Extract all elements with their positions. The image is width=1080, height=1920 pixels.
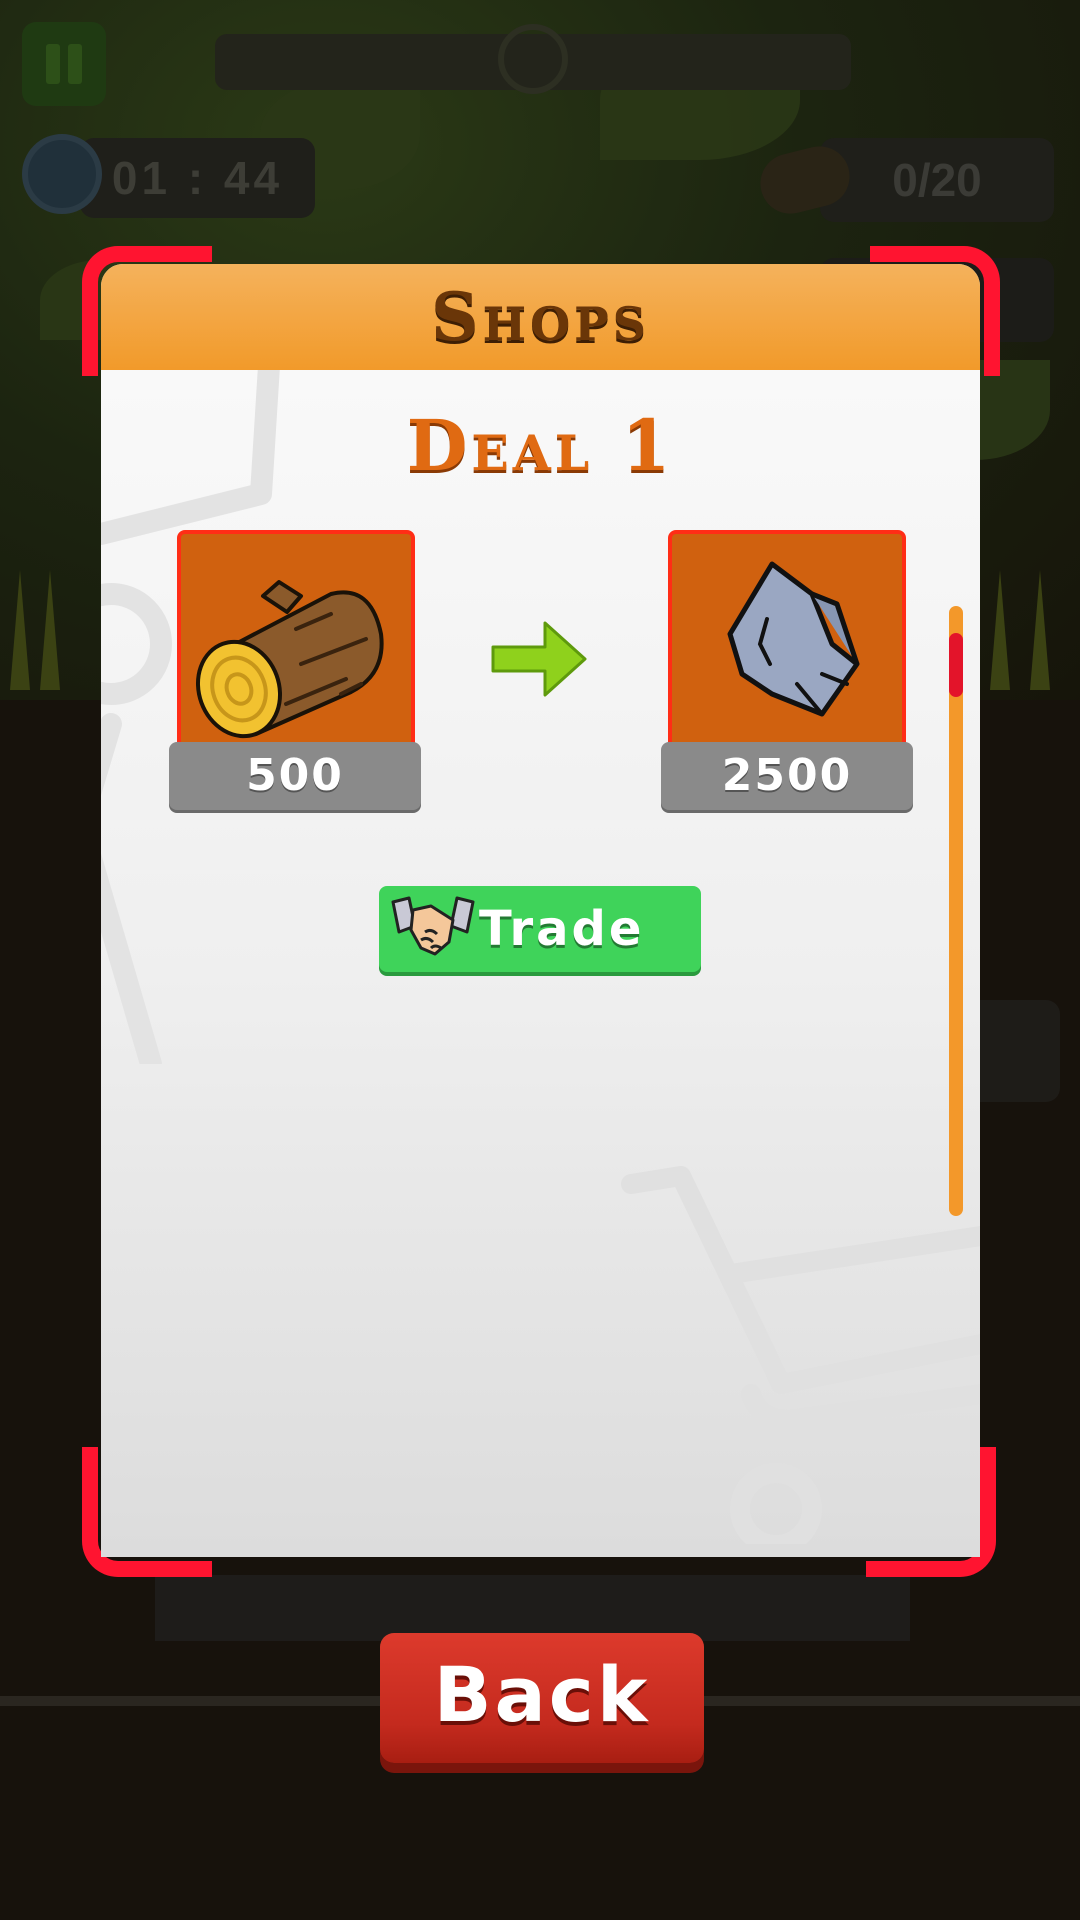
get-item-card [668, 530, 906, 746]
back-label: Back [433, 1650, 651, 1739]
shop-title: Shops [430, 278, 650, 356]
stone-icon [727, 561, 860, 717]
cart-watermark-icon [621, 1166, 980, 1544]
log-counter: 0/20 [820, 138, 1054, 222]
grass-decoration [990, 570, 1010, 690]
deal-title: Deal 1 [406, 404, 675, 487]
give-amount: 500 [169, 742, 421, 810]
checkmark-icon [498, 24, 568, 94]
trade-button[interactable]: Trade [379, 886, 701, 972]
pause-button[interactable] [22, 22, 106, 106]
trade-label: Trade [479, 901, 645, 957]
grass-decoration [10, 570, 30, 690]
timer-display: 01 : 44 [80, 138, 315, 218]
scrollbar-thumb[interactable] [949, 633, 963, 698]
clock-icon [22, 134, 102, 214]
pause-icon-bar [68, 44, 82, 84]
wood-log-icon [195, 580, 384, 739]
get-amount: 2500 [661, 742, 913, 810]
grass-decoration [1030, 570, 1050, 690]
grass-decoration [40, 570, 60, 690]
bottom-strip [155, 1575, 910, 1641]
scrollbar-track[interactable] [949, 606, 963, 1216]
back-button[interactable]: Back [380, 1633, 704, 1763]
pause-icon [46, 44, 60, 84]
arrow-right-icon [491, 621, 587, 697]
shop-panel: Shops Deal 1 500 2500 Trade [101, 264, 980, 1557]
handshake-icon [391, 896, 475, 956]
give-item-card [177, 530, 415, 746]
